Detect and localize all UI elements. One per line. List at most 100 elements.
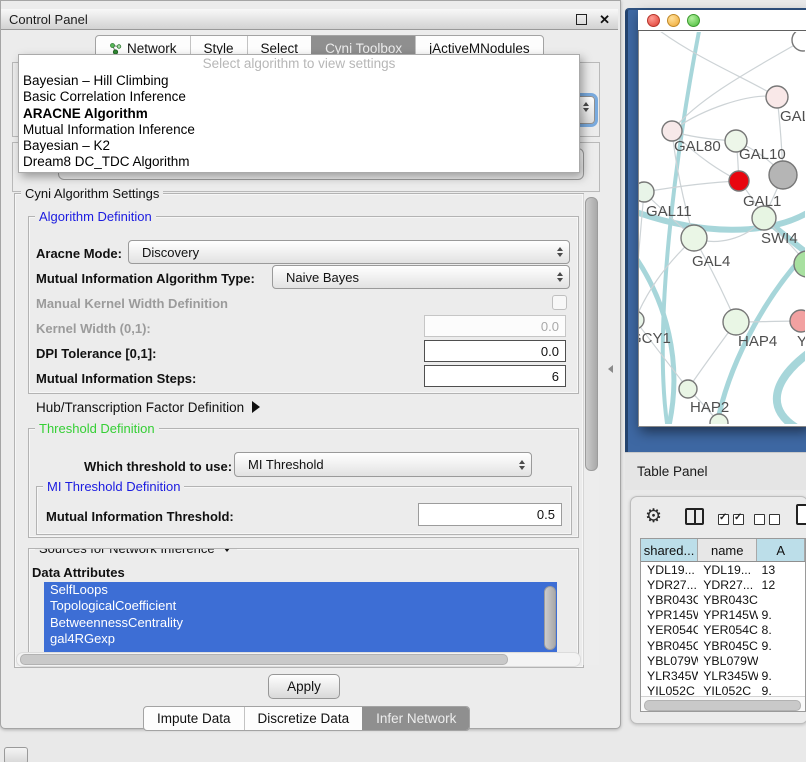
column-header-shared-name[interactable]: shared...: [641, 539, 698, 561]
attribute-item[interactable]: SelfLoops: [44, 582, 557, 598]
column-header-name[interactable]: name: [698, 539, 757, 561]
mi-steps-field[interactable]: 6: [424, 365, 566, 387]
network-node-label: GAL11: [646, 203, 692, 220]
kernel-width-field[interactable]: 0.0: [424, 315, 566, 337]
network-window-titlebar[interactable]: [638, 10, 806, 31]
new-table-icon[interactable]: [796, 504, 806, 525]
combo-arrows-icon: [557, 247, 563, 257]
network-edge[interactable]: [694, 238, 736, 322]
aracne-mode-combo[interactable]: Discovery: [128, 240, 570, 264]
column-header-partial[interactable]: A: [757, 539, 805, 561]
table-row[interactable]: YER054CYER054C8.: [641, 623, 805, 638]
table-row[interactable]: YLR345WYLR345W9.: [641, 668, 805, 683]
settings-vscrollbar-thumb[interactable]: [585, 197, 598, 471]
mi-threshold-field[interactable]: 0.5: [418, 503, 562, 526]
select-all-checks-icon[interactable]: [718, 512, 748, 530]
table-cell: YBR045C: [698, 639, 757, 653]
which-threshold-label: Which threshold to use:: [84, 459, 232, 474]
network-canvas[interactable]: GALGAL80GAL10GAL1GAL11SWI4GAL4GCY1HAP4YH…: [639, 32, 805, 424]
network-node[interactable]: [794, 251, 805, 277]
dpi-tolerance-field[interactable]: 0.0: [424, 340, 566, 362]
kernel-width-value: 0.0: [541, 319, 559, 334]
close-traffic-light-icon[interactable]: [647, 14, 660, 27]
table-cell: 12: [758, 578, 805, 592]
settings-group-title: Cyni Algorithm Settings: [21, 186, 163, 201]
settings-hscrollbar-thumb[interactable]: [20, 654, 508, 665]
control-panel-titlebar[interactable]: Control Panel ✕: [1, 9, 618, 30]
mi-algorithm-type-value: Naive Bayes: [286, 270, 557, 285]
table-row[interactable]: YPR145WYPR145W9.: [641, 608, 805, 623]
table-row[interactable]: YBL079WYBL079W: [641, 653, 805, 668]
apply-button[interactable]: Apply: [268, 674, 340, 699]
algorithm-definition-title: Algorithm Definition: [35, 209, 156, 224]
table-body: YDL19...YDL19...13YDR27...YDR27...12YBR0…: [641, 562, 805, 699]
table-cell: 13: [758, 563, 805, 577]
network-node-label: GAL4: [692, 253, 730, 270]
minimized-panel-icon[interactable]: [4, 747, 28, 762]
network-node[interactable]: [792, 32, 805, 51]
table-row[interactable]: YBR043CYBR043C: [641, 592, 805, 607]
table-cell: YLR345W: [641, 669, 698, 683]
deselect-checks-icon[interactable]: [754, 512, 784, 530]
network-edge[interactable]: [777, 352, 805, 424]
network-edge[interactable]: [660, 32, 777, 97]
network-node[interactable]: [729, 171, 749, 191]
bottom-tabbar: Impute Data Discretize Data Infer Networ…: [143, 706, 470, 731]
combo-arrows-icon: [557, 272, 563, 282]
table-row[interactable]: YBR045CYBR045C9.: [641, 638, 805, 653]
algorithm-option[interactable]: Dream8 DC_TDC Algorithm: [19, 154, 579, 170]
mi-algorithm-type-combo[interactable]: Naive Bayes: [272, 265, 570, 289]
mi-algorithm-type-label: Mutual Information Algorithm Type:: [36, 271, 255, 286]
kernel-width-label: Kernel Width (0,1):: [36, 321, 151, 336]
algorithm-option[interactable]: Bayesian – Hill Climbing: [19, 73, 579, 89]
close-icon[interactable]: ✕: [599, 13, 610, 26]
attribute-item[interactable]: BetweennessCentrality: [44, 615, 557, 631]
attribute-item[interactable]: gal4RGexp: [44, 631, 557, 647]
float-window-icon[interactable]: [576, 14, 587, 25]
network-node[interactable]: [681, 225, 707, 251]
dpi-tolerance-value: 0.0: [541, 344, 559, 359]
minimize-traffic-light-icon[interactable]: [667, 14, 680, 27]
tab-discretize-data[interactable]: Discretize Data: [244, 707, 363, 730]
network-node[interactable]: [790, 310, 805, 332]
tab-infer-network[interactable]: Infer Network: [362, 707, 469, 730]
table-hscrollbar-thumb[interactable]: [644, 700, 801, 711]
attribute-item[interactable]: TopologicalCoefficient: [44, 598, 557, 614]
algorithm-option[interactable]: Bayesian – K2: [19, 138, 579, 154]
data-attributes-list[interactable]: SelfLoops TopologicalCoefficient Between…: [44, 582, 557, 653]
which-threshold-combo[interactable]: MI Threshold: [234, 452, 532, 477]
network-node[interactable]: [752, 206, 776, 230]
table-cell: YBL079W: [641, 654, 698, 668]
network-node[interactable]: [679, 380, 697, 398]
settings-hscrollbar-track[interactable]: [16, 652, 581, 667]
splitpane-collapse-icon[interactable]: [608, 365, 613, 373]
network-node-label: GCY1: [639, 330, 671, 347]
gear-icon[interactable]: ⚙: [645, 507, 662, 526]
network-node[interactable]: [769, 161, 797, 189]
hub-section-toggle[interactable]: Hub/Transcription Factor Definition: [36, 400, 260, 415]
network-edge[interactable]: [644, 181, 739, 192]
table-header-row: shared... name A: [641, 539, 805, 562]
network-node[interactable]: [639, 182, 654, 202]
manual-kernel-checkbox[interactable]: [552, 295, 567, 310]
network-node[interactable]: [766, 86, 788, 108]
sources-group-title[interactable]: Sources for Network Inference: [35, 548, 237, 556]
table-cell: YER054C: [641, 623, 698, 637]
columns-icon[interactable]: [685, 508, 704, 525]
algorithm-option[interactable]: Basic Correlation Inference: [19, 89, 579, 105]
zoom-traffic-light-icon[interactable]: [687, 14, 700, 27]
table-panel-titlebar[interactable]: Table Panel: [625, 452, 806, 490]
attributes-vscrollbar-thumb[interactable]: [544, 586, 556, 650]
tab-impute-data[interactable]: Impute Data: [144, 707, 244, 730]
network-node[interactable]: [723, 309, 749, 335]
table-row[interactable]: YDR27...YDR27...12: [641, 577, 805, 592]
tab-label: Infer Network: [376, 711, 456, 726]
network-node[interactable]: [639, 311, 644, 329]
algorithm-option-selected[interactable]: ARACNE Algorithm: [19, 106, 579, 122]
algorithm-dropdown-popup: Select algorithm to view settings Bayesi…: [18, 54, 580, 173]
algorithm-option[interactable]: Mutual Information Inference: [19, 122, 579, 138]
table-hscrollbar-track[interactable]: [641, 696, 805, 712]
table-row[interactable]: YDL19...YDL19...13: [641, 562, 805, 577]
table-cell: YBR043C: [698, 593, 757, 607]
network-node-label: GAL80: [674, 138, 721, 155]
